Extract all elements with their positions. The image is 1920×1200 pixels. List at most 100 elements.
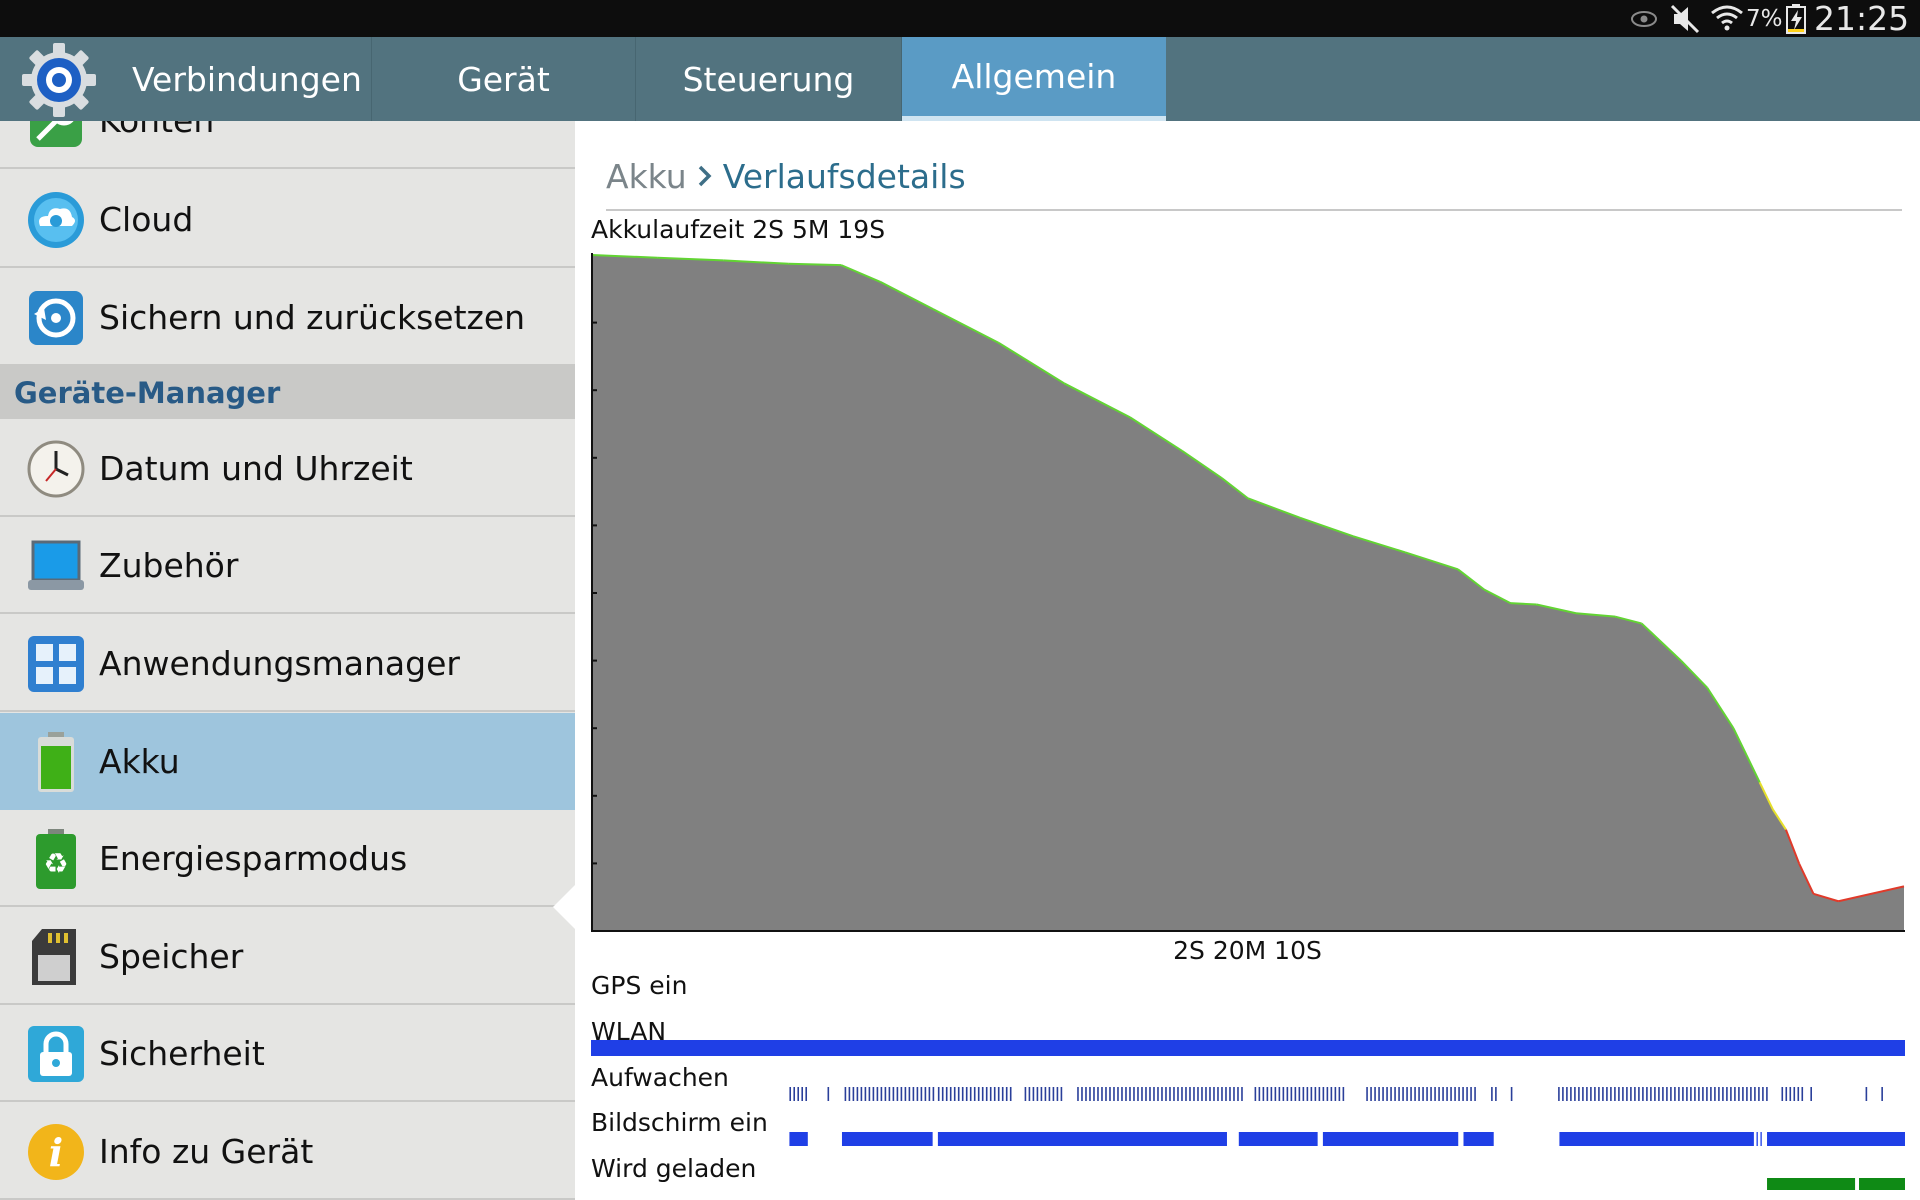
track-segment-aufwachen: [1602, 1087, 1604, 1101]
track-segment-aufwachen: [1462, 1087, 1464, 1101]
battery-icon: [26, 732, 86, 792]
track-segment-aufwachen: [1077, 1087, 1079, 1101]
track-segment-aufwachen: [1193, 1087, 1195, 1101]
sidebar-item-label: Datum und Uhrzeit: [99, 449, 413, 488]
track-label-bildschirm: Bildschirm ein: [591, 1108, 768, 1137]
track-segment: [1767, 1132, 1905, 1146]
sidebar-item-akku[interactable]: Akku: [0, 713, 575, 810]
track-segment-aufwachen: [1314, 1087, 1317, 1101]
sidebar-item-speicher[interactable]: Speicher: [0, 908, 575, 1005]
tab-allgemein[interactable]: Allgemein: [902, 37, 1166, 121]
track-label-wlan: WLAN: [591, 1017, 667, 1046]
track-segment-aufwachen: [920, 1087, 923, 1101]
track-segment-aufwachen: [1113, 1087, 1115, 1101]
track-segment-aufwachen: [1137, 1087, 1139, 1101]
track-segment-aufwachen: [1161, 1087, 1163, 1101]
track-segment-aufwachen: [1197, 1087, 1199, 1101]
key-icon: [26, 121, 86, 151]
track-segment-aufwachen: [1738, 1087, 1740, 1101]
track-segment-aufwachen: [1754, 1087, 1756, 1101]
track-segment: [1859, 1178, 1905, 1190]
track-segment-aufwachen: [1654, 1087, 1656, 1101]
track-segment-aufwachen: [1032, 1087, 1035, 1101]
track-segment: [937, 1132, 1227, 1146]
track-segment: [1767, 1178, 1856, 1190]
track-segment-aufwachen: [1726, 1087, 1728, 1101]
sidebar-item-label: Anwendungsmanager: [99, 644, 460, 683]
track-segment-aufwachen: [1734, 1087, 1736, 1101]
track-segment-aufwachen: [1406, 1087, 1408, 1101]
track-segment-aufwachen: [993, 1087, 996, 1101]
track-segment-aufwachen: [1286, 1087, 1289, 1101]
track-segment-aufwachen: [1052, 1087, 1055, 1101]
sidebar-item-label: Cloud: [99, 200, 194, 239]
wifi-icon: [1710, 0, 1744, 37]
section-header: Geräte-Manager: [0, 366, 575, 419]
track-segment-aufwachen: [1793, 1087, 1796, 1101]
track-segment-aufwachen: [1730, 1087, 1732, 1101]
sidebar-item-energiesparmodus[interactable]: ♻ Energiesparmodus: [0, 810, 575, 907]
track-segment-aufwachen: [1209, 1087, 1211, 1101]
track-segment-aufwachen: [1205, 1087, 1207, 1101]
sidebar-item-sichern[interactable]: Sichern und zurücksetzen: [0, 269, 575, 366]
battery-percent: 7%: [1746, 5, 1783, 32]
sidebar-item-zubehoer[interactable]: Zubehör: [0, 517, 575, 614]
sidebar-item-info[interactable]: i Info zu Gerät: [0, 1103, 575, 1200]
sidebar-item-label: Sicherheit: [99, 1034, 265, 1073]
sidebar[interactable]: Konten Cloud Sichern und zurücksetzen Ge…: [0, 121, 575, 1200]
track-segment-aufwachen: [860, 1087, 863, 1101]
track-segment-aufwachen: [1382, 1087, 1384, 1101]
battery-level-chart: [591, 253, 1905, 932]
track-segment-aufwachen: [1048, 1087, 1051, 1101]
track-segment-aufwachen: [1370, 1087, 1372, 1101]
track-segment-aufwachen: [1302, 1087, 1305, 1101]
track-segment-aufwachen: [924, 1087, 927, 1101]
tab-steuerung[interactable]: Steuerung: [636, 37, 902, 121]
sidebar-item-label: Sichern und zurücksetzen: [99, 298, 526, 337]
track-segment-aufwachen: [941, 1087, 944, 1101]
track-segment-aufwachen: [953, 1087, 956, 1101]
track-segment-aufwachen: [1390, 1087, 1392, 1101]
sidebar-item-sicherheit[interactable]: Sicherheit: [0, 1005, 575, 1102]
track-segment-aufwachen: [1610, 1087, 1612, 1101]
track-segment-aufwachen: [1865, 1087, 1868, 1101]
battery-level-line-segment: [1510, 602, 1537, 606]
track-segment-aufwachen: [904, 1087, 907, 1101]
sidebar-item-datum[interactable]: Datum und Uhrzeit: [0, 420, 575, 517]
tab-verbindungen[interactable]: Verbindungen: [110, 37, 372, 121]
track-segment: [1756, 1132, 1758, 1146]
track-segment-aufwachen: [1060, 1087, 1063, 1101]
track-segment-aufwachen: [844, 1087, 847, 1101]
track-segment-aufwachen: [1149, 1087, 1151, 1101]
sidebar-item-label: Speicher: [99, 937, 244, 976]
track-segment-aufwachen: [945, 1087, 948, 1101]
sidebar-item-anwendungsmanager[interactable]: Anwendungsmanager: [0, 615, 575, 712]
battery-level-line-segment: [788, 262, 842, 267]
track-segment-aufwachen: [1213, 1087, 1215, 1101]
track-segment-aufwachen: [1306, 1087, 1309, 1101]
track-segment-aufwachen: [965, 1087, 968, 1101]
track-segment-aufwachen: [1326, 1087, 1329, 1101]
track-segment-aufwachen: [1670, 1087, 1672, 1101]
track-segment-aufwachen: [1141, 1087, 1143, 1101]
track-segment-aufwachen: [1366, 1087, 1368, 1101]
track-segment-aufwachen: [1686, 1087, 1688, 1101]
sidebar-item-label: Konten: [99, 121, 214, 169]
track-segment-aufwachen: [949, 1087, 952, 1101]
battery-level-area: [592, 255, 1904, 931]
sidebar-item-cloud[interactable]: Cloud: [0, 171, 575, 268]
breadcrumb-current: Verlaufsdetails: [722, 156, 966, 196]
track-segment-aufwachen: [1165, 1087, 1167, 1101]
track-segment: [789, 1132, 808, 1146]
clock-time: 21:25: [1814, 0, 1910, 38]
sidebar-item-label: Zubehör: [99, 546, 239, 585]
tab-geraet[interactable]: Gerät: [372, 37, 636, 121]
track-segment-aufwachen: [1117, 1087, 1119, 1101]
sd-card-icon: [26, 927, 86, 987]
track-segment-aufwachen: [864, 1087, 867, 1101]
track-segment-aufwachen: [1789, 1087, 1792, 1101]
track-segment-aufwachen: [805, 1087, 808, 1101]
sidebar-item-konten[interactable]: Konten: [0, 121, 575, 169]
track-segment-aufwachen: [1334, 1087, 1337, 1101]
breadcrumb-parent[interactable]: Akku: [606, 157, 687, 196]
